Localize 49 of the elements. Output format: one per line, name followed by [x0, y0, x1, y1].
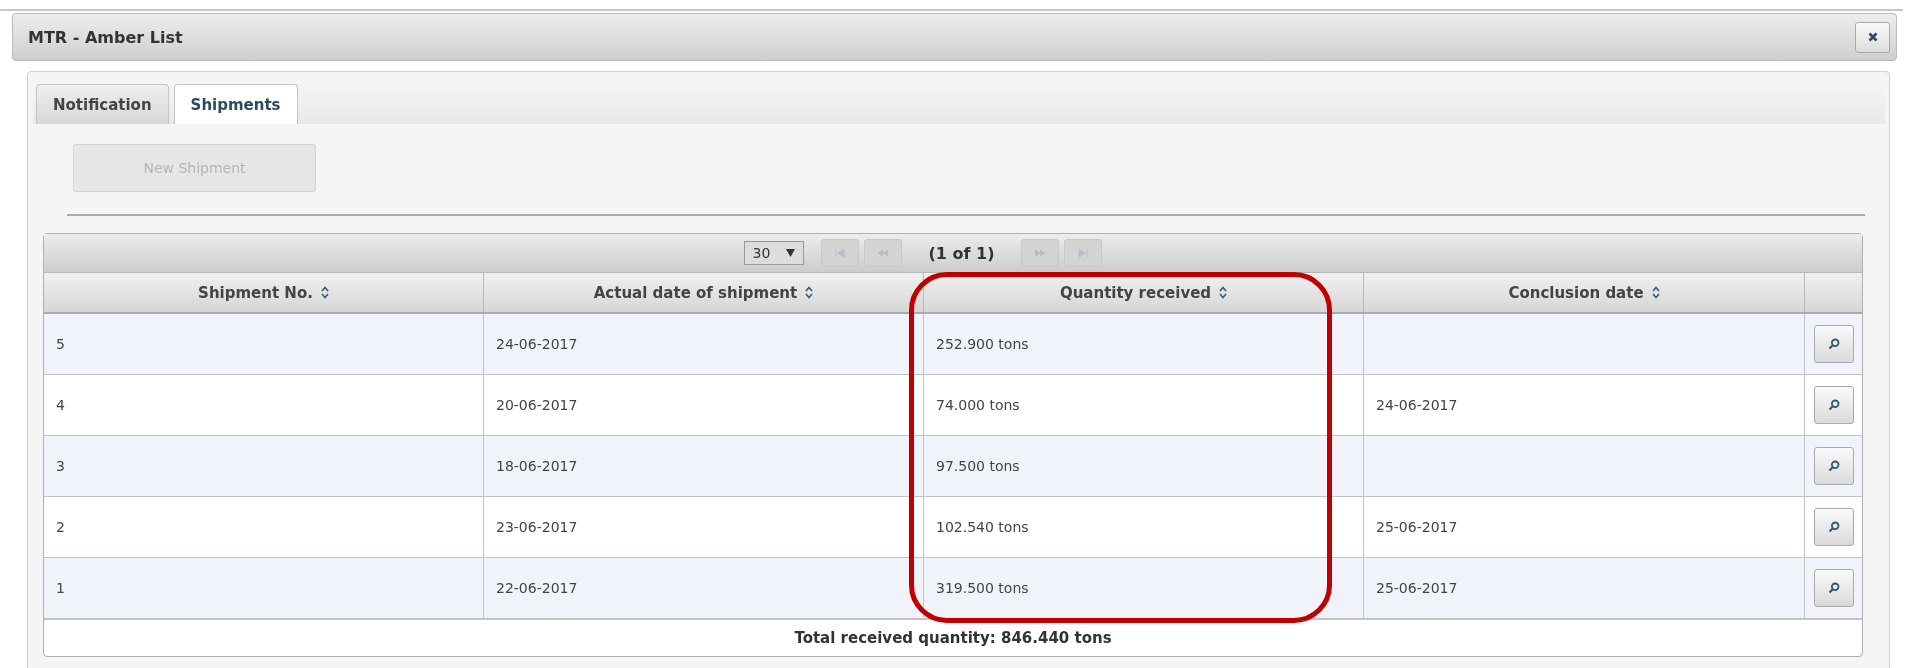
table-cell: 2 — [56, 518, 65, 535]
table-cell: 18-06-2017 — [496, 457, 578, 474]
sort-icon — [1651, 286, 1660, 299]
last-page-icon — [1078, 249, 1089, 257]
table-cell: 23-06-2017 — [496, 518, 578, 535]
table-cell: 252.900 tons — [936, 335, 1029, 352]
table-cell: 74.000 tons — [936, 396, 1020, 413]
table-cell: 319.500 tons — [936, 579, 1029, 596]
dropdown-arrow-icon — [785, 249, 795, 257]
page-report: (1 of 1) — [928, 243, 995, 263]
close-button[interactable] — [1855, 21, 1890, 53]
table-cell: 20-06-2017 — [496, 396, 578, 413]
tab[interactable]: Notification — [36, 84, 169, 124]
column-header[interactable]: Shipment No. — [44, 273, 484, 313]
column-header[interactable]: Quantity received — [923, 273, 1364, 313]
table-cell: 4 — [56, 396, 65, 413]
table-cell: 1 — [56, 579, 65, 596]
table-cell: 24-06-2017 — [496, 335, 578, 352]
search-icon — [1827, 581, 1840, 594]
table-cell: 25-06-2017 — [1376, 579, 1458, 596]
table-cell: 22-06-2017 — [496, 579, 578, 596]
table-cell: 102.540 tons — [936, 518, 1029, 535]
tab[interactable]: Shipments — [173, 84, 298, 124]
column-header[interactable]: Actual date of shipment — [483, 273, 924, 313]
table-cell: 97.500 tons — [936, 457, 1020, 474]
sort-icon — [1219, 286, 1228, 299]
table-cell: 5 — [56, 335, 65, 352]
view-button[interactable] — [1813, 446, 1854, 485]
total-quantity: Total received quantity: 846.440 tons — [794, 628, 1112, 647]
search-icon — [1827, 520, 1840, 533]
view-button[interactable] — [1813, 507, 1854, 546]
table-cell: 3 — [56, 457, 65, 474]
search-icon — [1827, 337, 1840, 350]
first-page-icon — [834, 249, 845, 257]
close-icon — [1867, 32, 1878, 42]
sort-icon — [805, 286, 814, 299]
window-title: MTR - Amber List — [28, 27, 183, 47]
search-icon — [1827, 398, 1840, 411]
next-page-icon — [1034, 249, 1047, 257]
view-button[interactable] — [1813, 385, 1854, 424]
table-cell: 24-06-2017 — [1376, 396, 1458, 413]
table-cell: 25-06-2017 — [1376, 518, 1458, 535]
page-size-dropdown[interactable]: 30 — [743, 241, 804, 265]
view-button[interactable] — [1813, 568, 1854, 607]
sort-icon — [320, 286, 329, 299]
view-button[interactable] — [1813, 324, 1854, 363]
search-icon — [1827, 459, 1840, 472]
column-header[interactable]: Conclusion date — [1363, 273, 1805, 313]
previous-page-icon — [876, 249, 889, 257]
